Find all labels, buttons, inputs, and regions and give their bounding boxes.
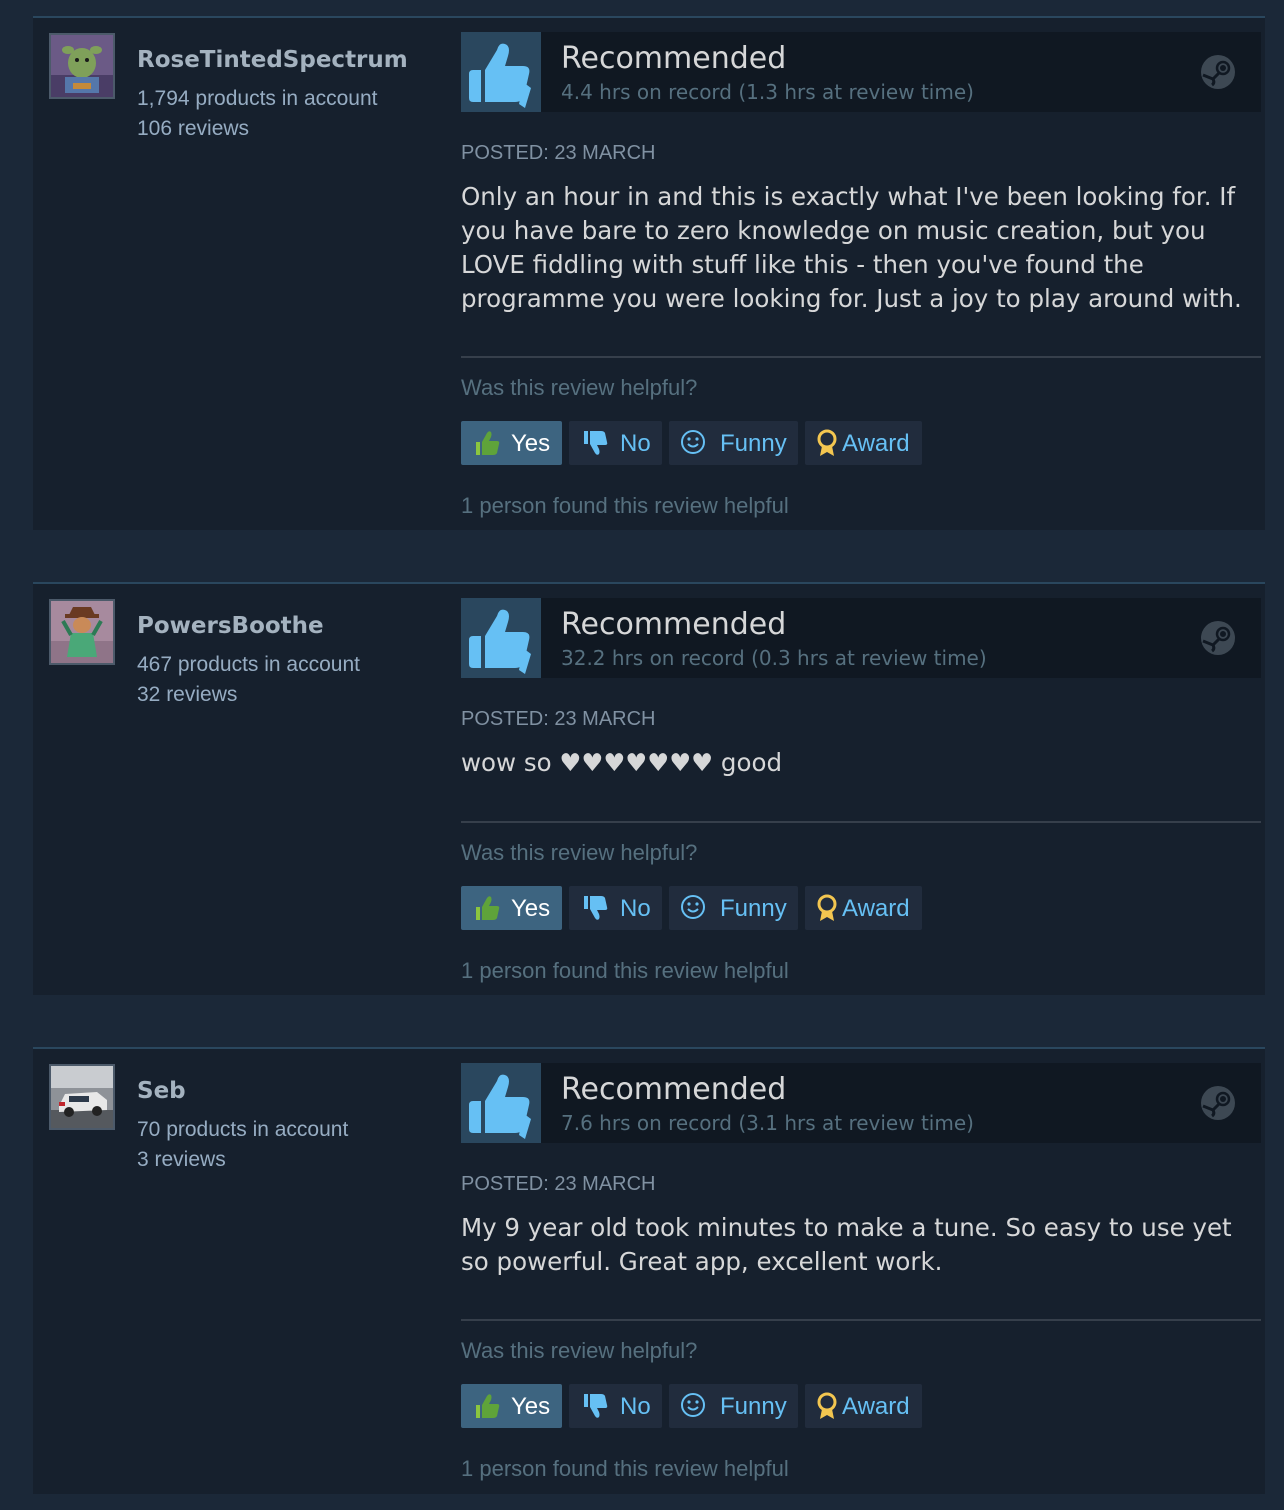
thumbs-down-icon	[581, 894, 609, 922]
award-ribbon-icon	[815, 1392, 843, 1420]
avatar[interactable]	[49, 1064, 115, 1130]
divider	[461, 356, 1261, 358]
no-label: No	[620, 430, 651, 457]
funny-label: Funny	[720, 1393, 787, 1420]
award-ribbon-icon	[815, 894, 843, 922]
steam-logo-icon	[1201, 55, 1235, 89]
funny-label: Funny	[720, 430, 787, 457]
helpful-question: Was this review helpful?	[461, 375, 698, 400]
award-ribbon-icon	[815, 429, 843, 457]
author-name[interactable]: Seb	[137, 1078, 186, 1104]
author-name[interactable]: RoseTintedSpectrum	[137, 47, 408, 73]
funny-button[interactable]: Funny	[669, 421, 798, 465]
thumbs-up-green-icon	[473, 1392, 501, 1420]
award-button[interactable]: Award	[805, 421, 922, 465]
hours-on-record: 32.2 hrs on record (0.3 hrs at review ti…	[561, 646, 987, 670]
author-products-count[interactable]: 70 products in account	[137, 1118, 348, 1142]
found-helpful-count: 1 person found this review helpful	[461, 493, 789, 518]
author-products-count[interactable]: 1,794 products in account	[137, 87, 378, 111]
smiley-icon	[679, 1391, 707, 1419]
award-label: Award	[842, 1393, 910, 1420]
review-card: RoseTintedSpectrum 1,794 products in acc…	[33, 16, 1265, 530]
yes-button[interactable]: Yes	[461, 421, 562, 465]
author-reviews-count[interactable]: 106 reviews	[137, 117, 249, 141]
thumbs-up-green-icon	[473, 429, 501, 457]
author-reviews-count[interactable]: 3 reviews	[137, 1148, 226, 1172]
found-helpful-count: 1 person found this review helpful	[461, 1456, 789, 1481]
vote-header[interactable]: Recommended 7.6 hrs on record (3.1 hrs a…	[461, 1063, 1261, 1143]
yes-label: Yes	[511, 1393, 551, 1420]
no-button[interactable]: No	[569, 421, 662, 465]
review-card: Seb 70 products in account 3 reviews Rec…	[33, 1047, 1265, 1494]
author-products-count[interactable]: 467 products in account	[137, 653, 360, 677]
vote-header[interactable]: Recommended 32.2 hrs on record (0.3 hrs …	[461, 598, 1261, 678]
review-text: Only an hour in and this is exactly what…	[461, 182, 1242, 313]
divider	[461, 821, 1261, 823]
no-button[interactable]: No	[569, 886, 662, 930]
award-button[interactable]: Award	[805, 886, 922, 930]
avatar-image	[51, 1066, 113, 1128]
avatar[interactable]	[49, 33, 115, 99]
hours-on-record: 7.6 hrs on record (3.1 hrs at review tim…	[561, 1111, 974, 1135]
funny-button[interactable]: Funny	[669, 1384, 798, 1428]
steam-logo-icon	[1201, 621, 1235, 655]
verdict-title: Recommended	[561, 607, 787, 642]
vote-header[interactable]: Recommended 4.4 hrs on record (1.3 hrs a…	[461, 32, 1261, 112]
author-name[interactable]: PowersBoothe	[137, 613, 324, 639]
found-helpful-count: 1 person found this review helpful	[461, 958, 789, 983]
helpful-question: Was this review helpful?	[461, 1338, 698, 1363]
author-reviews-count[interactable]: 32 reviews	[137, 683, 237, 707]
helpful-question: Was this review helpful?	[461, 840, 698, 865]
thumbs-up-icon	[461, 32, 541, 112]
thumbs-down-icon	[581, 1392, 609, 1420]
thumbs-up-green-icon	[473, 894, 501, 922]
funny-label: Funny	[720, 895, 787, 922]
funny-button[interactable]: Funny	[669, 886, 798, 930]
posted-date: POSTED: 23 MARCH	[461, 708, 656, 730]
smiley-icon	[679, 428, 707, 456]
thumbs-down-icon	[581, 429, 609, 457]
no-button[interactable]: No	[569, 1384, 662, 1428]
divider	[461, 1319, 1261, 1321]
hours-on-record: 4.4 hrs on record (1.3 hrs at review tim…	[561, 80, 974, 104]
award-label: Award	[842, 430, 910, 457]
award-label: Award	[842, 895, 910, 922]
review-card: PowersBoothe 467 products in account 32 …	[33, 582, 1265, 995]
verdict-title: Recommended	[561, 1072, 787, 1107]
reviews-page: RoseTintedSpectrum 1,794 products in acc…	[0, 0, 1284, 1510]
yes-label: Yes	[511, 430, 551, 457]
avatar-image	[51, 601, 113, 663]
steam-logo-icon	[1201, 1086, 1235, 1120]
yes-label: Yes	[511, 895, 551, 922]
posted-date: POSTED: 23 MARCH	[461, 1173, 656, 1195]
smiley-icon	[679, 893, 707, 921]
review-text: wow so ♥♥♥♥♥♥♥ good	[461, 748, 783, 777]
thumbs-up-icon	[461, 1063, 541, 1143]
yes-button[interactable]: Yes	[461, 886, 562, 930]
award-button[interactable]: Award	[805, 1384, 922, 1428]
verdict-title: Recommended	[561, 41, 787, 76]
posted-date: POSTED: 23 MARCH	[461, 142, 656, 164]
thumbs-up-icon	[461, 598, 541, 678]
avatar[interactable]	[49, 599, 115, 665]
yes-button[interactable]: Yes	[461, 1384, 562, 1428]
review-text: My 9 year old took minutes to make a tun…	[461, 1213, 1232, 1276]
no-label: No	[620, 1393, 651, 1420]
avatar-image	[51, 35, 113, 97]
no-label: No	[620, 895, 651, 922]
